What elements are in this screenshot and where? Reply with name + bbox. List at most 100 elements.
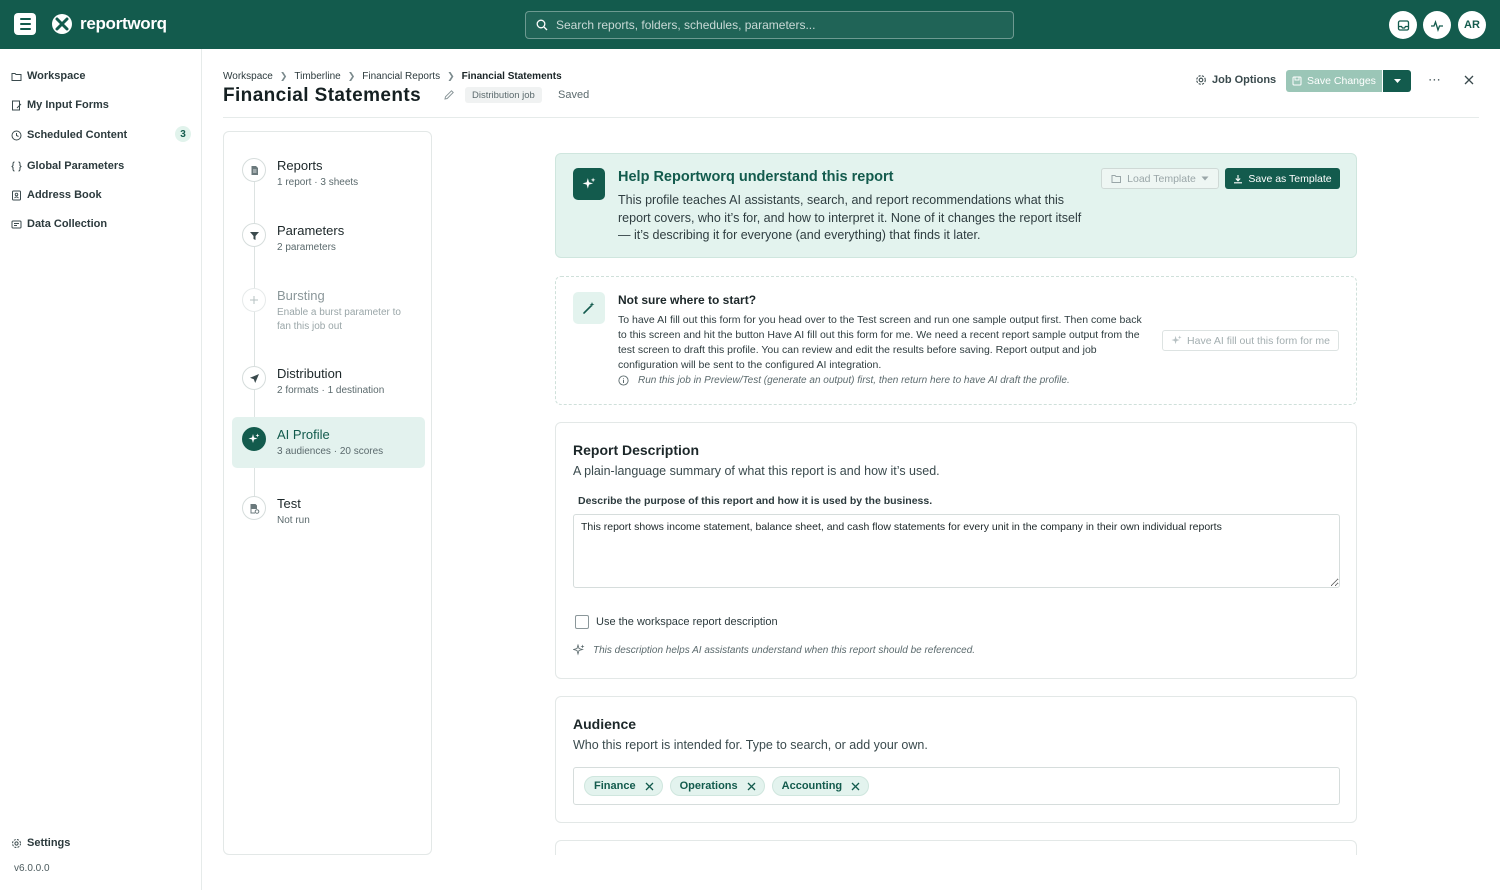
sparkle-icon xyxy=(582,177,596,189)
step-test[interactable]: Test Not run xyxy=(232,486,425,538)
filter-icon xyxy=(249,231,259,240)
start-title: Not sure where to start? xyxy=(618,293,757,307)
magic-wand-icon xyxy=(583,302,595,314)
test-document-icon xyxy=(250,503,259,514)
report-description-card: Report Description A plain-language summ… xyxy=(555,422,1357,679)
address-book-icon xyxy=(12,190,21,200)
start-text: To have AI fill out this form for you he… xyxy=(618,314,1142,371)
audience-tag: Accounting xyxy=(771,776,870,796)
menu-line xyxy=(19,23,31,25)
header-divider xyxy=(223,117,1479,118)
sidebar-item-address-book[interactable]: Address Book xyxy=(11,189,191,201)
search-icon xyxy=(536,19,548,31)
tag-label: Finance xyxy=(594,780,636,792)
step-circle xyxy=(242,366,266,390)
inbox-button[interactable] xyxy=(1389,11,1417,39)
send-icon xyxy=(249,373,259,383)
scroll-fade xyxy=(432,855,1500,890)
help-banner: Help Reportworq understand this report T… xyxy=(555,153,1357,258)
step-parameters[interactable]: Parameters 2 parameters xyxy=(232,213,425,265)
save-changes-label: Save Changes xyxy=(1307,75,1376,87)
start-hint: Run this job in Preview/Test (generate a… xyxy=(618,375,1070,386)
step-subtitle: 1 report · 3 sheets xyxy=(277,177,359,188)
remove-tag-icon[interactable] xyxy=(851,782,860,791)
step-title: Parameters xyxy=(277,223,345,238)
step-distribution[interactable]: Distribution 2 formats · 1 destination xyxy=(232,356,425,408)
global-search[interactable] xyxy=(525,11,1014,39)
gear-icon xyxy=(1196,75,1206,85)
load-template-button[interactable]: Load Template xyxy=(1101,168,1219,189)
checkbox-label: Use the workspace report description xyxy=(596,616,778,628)
hamburger-menu-button[interactable] xyxy=(14,13,36,35)
step-circle xyxy=(242,427,266,451)
folder-icon xyxy=(11,72,22,81)
help-title: Help Reportworq understand this report xyxy=(618,169,894,185)
sidebar-item-label: Data Collection xyxy=(27,218,108,230)
step-reports[interactable]: Reports 1 report · 3 sheets xyxy=(232,148,425,200)
section-title: Audience xyxy=(573,716,637,732)
gear-icon xyxy=(12,838,21,848)
search-input[interactable] xyxy=(556,18,996,32)
sidebar-item-label: Scheduled Content xyxy=(27,129,128,141)
page-title: Financial Statements xyxy=(223,85,422,106)
breadcrumb-item[interactable]: Financial Reports xyxy=(362,71,440,82)
magic-icon-tile xyxy=(573,292,605,324)
sidebar-item-data-collection[interactable]: Data Collection xyxy=(11,218,191,230)
job-options-button[interactable]: Job Options xyxy=(1195,74,1276,86)
step-circle xyxy=(242,496,266,520)
sidebar-item-label: Global Parameters xyxy=(27,160,125,172)
menu-line xyxy=(19,28,31,30)
workspace-description-checkbox[interactable] xyxy=(575,615,589,629)
start-hint-text: Run this job in Preview/Test (generate a… xyxy=(638,375,1070,386)
app-logo[interactable]: reportworq xyxy=(50,12,167,36)
app-name: reportworq xyxy=(80,14,167,33)
step-title: AI Profile xyxy=(277,427,330,442)
description-hint: This description helps AI assistants und… xyxy=(573,644,975,656)
ai-assist-card: Not sure where to start? To have AI fill… xyxy=(555,276,1357,405)
more-options-button[interactable]: ⋯ xyxy=(1428,72,1442,88)
description-field-label: Describe the purpose of this report and … xyxy=(578,495,933,507)
save-options-dropdown[interactable] xyxy=(1383,70,1411,92)
info-icon xyxy=(618,375,629,386)
data-collection-icon xyxy=(11,220,22,228)
caret-down-icon xyxy=(1201,176,1209,181)
sidebar-item-my-input-forms[interactable]: My Input Forms xyxy=(11,99,191,111)
audience-card: Audience Who this report is intended for… xyxy=(555,696,1357,823)
section-subtitle: Who this report is intended for. Type to… xyxy=(573,738,928,752)
close-icon[interactable] xyxy=(1462,73,1476,87)
chevron-right-icon: ❯ xyxy=(447,71,455,81)
workspace-description-toggle[interactable]: Use the workspace report description xyxy=(575,615,778,629)
description-textarea[interactable]: This report shows income statement, bala… xyxy=(573,514,1340,588)
tag-label: Operations xyxy=(679,780,738,792)
save-as-template-button[interactable]: Save as Template xyxy=(1225,168,1340,189)
top-bar: reportworq AR xyxy=(0,0,1500,49)
ai-fill-form-label: Have AI fill out this form for me xyxy=(1187,334,1330,347)
sidebar-item-label: Workspace xyxy=(27,70,86,82)
inbox-icon xyxy=(1397,19,1409,31)
remove-tag-icon[interactable] xyxy=(645,782,654,791)
download-icon xyxy=(1234,174,1243,183)
description-hint-text: This description helps AI assistants und… xyxy=(593,644,976,656)
save-as-template-label: Save as Template xyxy=(1248,172,1332,185)
breadcrumb-item[interactable]: Workspace xyxy=(223,71,273,82)
caret-down-icon xyxy=(1393,79,1401,83)
step-subtitle: Enable a burst parameter to fan this job… xyxy=(277,307,401,332)
audience-tag-input[interactable]: Finance Operations Accounting xyxy=(573,767,1340,805)
sidebar-item-workspace[interactable]: Workspace xyxy=(11,70,191,82)
save-disk-icon xyxy=(1292,76,1302,86)
save-changes-button[interactable]: Save Changes xyxy=(1286,70,1382,92)
scheduled-count-badge: 3 xyxy=(175,126,191,142)
breadcrumb-item[interactable]: Timberline xyxy=(294,71,340,82)
user-avatar[interactable]: AR xyxy=(1458,11,1486,39)
remove-tag-icon[interactable] xyxy=(747,782,756,791)
menu-line xyxy=(19,18,31,20)
sidebar-item-label: My Input Forms xyxy=(27,99,109,111)
step-ai-profile[interactable]: AI Profile 3 audiences · 20 scores xyxy=(232,417,425,468)
activity-button[interactable] xyxy=(1423,11,1451,39)
step-bursting[interactable]: Bursting Enable a burst parameter to fan… xyxy=(232,278,425,332)
sidebar-item-global-parameters[interactable]: Global Parameters xyxy=(11,160,191,172)
sidebar-item-scheduled-content[interactable]: Scheduled Content 3 xyxy=(11,126,191,142)
sidebar-item-settings[interactable]: Settings xyxy=(11,837,191,849)
pencil-edit-icon[interactable] xyxy=(443,89,455,101)
ai-fill-form-button[interactable]: Have AI fill out this form for me xyxy=(1162,330,1339,351)
